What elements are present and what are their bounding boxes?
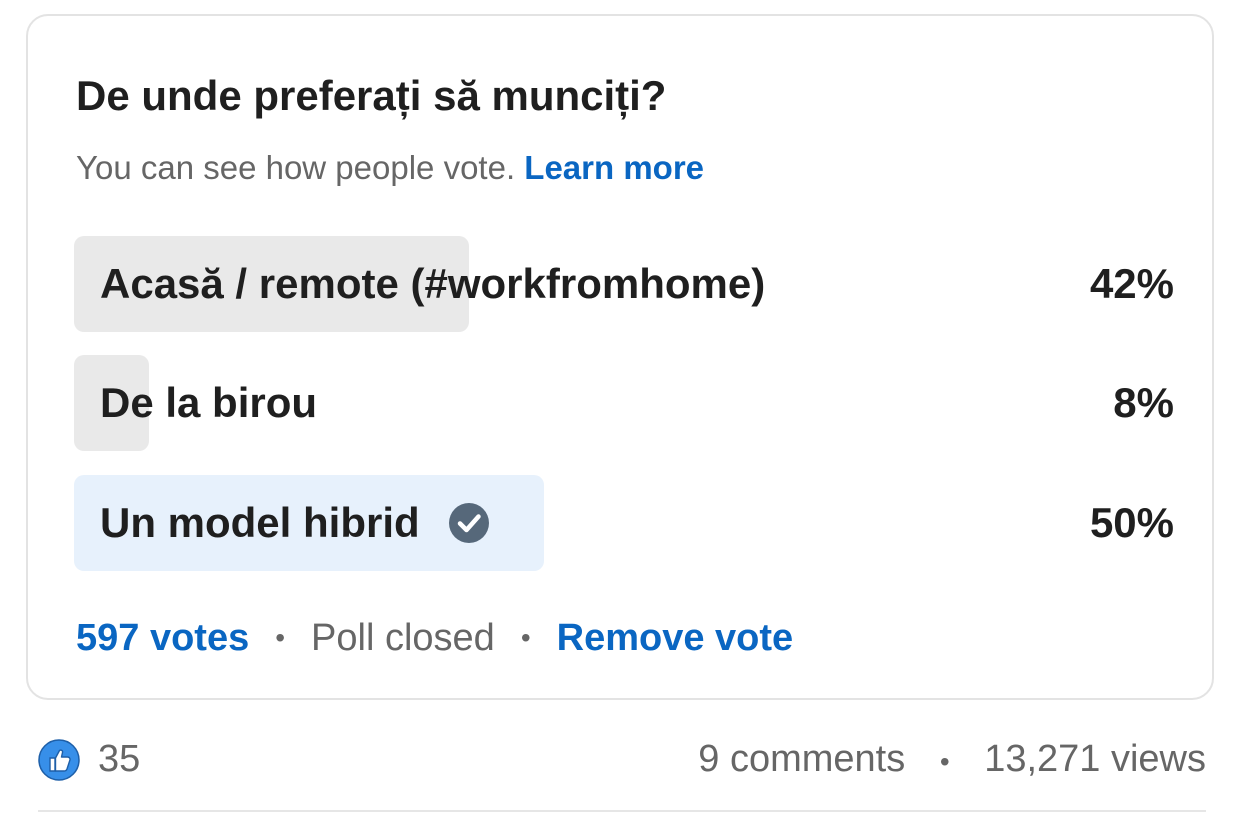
like-icon[interactable]	[38, 739, 80, 781]
checkmark-icon	[448, 503, 489, 543]
option-label-text: De la birou	[100, 379, 318, 426]
poll-option[interactable]: Acasă / remote (#workfromhome) 42%	[74, 236, 1174, 332]
social-stats: 9 comments • 13,271 views	[698, 734, 1206, 787]
option-label-text: Acasă / remote (#workfromhome)	[100, 260, 766, 307]
poll-subtitle-text: You can see how people vote.	[76, 149, 516, 186]
poll-option[interactable]: Un model hibrid 50%	[74, 475, 1174, 571]
option-percent: 42%	[1089, 260, 1174, 307]
comments-count-link[interactable]: 9 comments	[698, 738, 905, 780]
option-label: Acasă / remote (#workfromhome)	[100, 236, 765, 332]
separator-dot: •	[520, 622, 531, 653]
option-label-text: Un model hibrid	[100, 499, 420, 546]
option-label: De la birou	[100, 355, 317, 451]
poll-footer: 597 votes • Poll closed • Remove vote	[76, 616, 793, 660]
social-counts-bar: 35 9 comments • 13,271 views	[38, 734, 1206, 784]
poll-card: De unde preferați să munciți? You can se…	[26, 14, 1214, 700]
poll-option[interactable]: De la birou 8%	[74, 355, 1174, 451]
remove-vote-button[interactable]: Remove vote	[557, 616, 794, 660]
votes-count-link[interactable]: 597 votes	[76, 616, 249, 660]
separator-dot: •	[275, 622, 286, 653]
poll-subtitle: You can see how people vote. Learn more	[76, 148, 704, 188]
poll-status: Poll closed	[311, 617, 495, 659]
poll-question: De unde preferați să munciți?	[76, 72, 667, 119]
divider	[38, 810, 1206, 812]
separator-dot: •	[939, 746, 950, 777]
reaction-count[interactable]: 35	[98, 734, 140, 784]
option-percent: 8%	[1113, 379, 1174, 426]
learn-more-link[interactable]: Learn more	[524, 149, 704, 186]
option-percent: 50%	[1089, 499, 1174, 546]
option-label: Un model hibrid	[100, 475, 490, 571]
views-count: 13,271 views	[984, 738, 1206, 780]
